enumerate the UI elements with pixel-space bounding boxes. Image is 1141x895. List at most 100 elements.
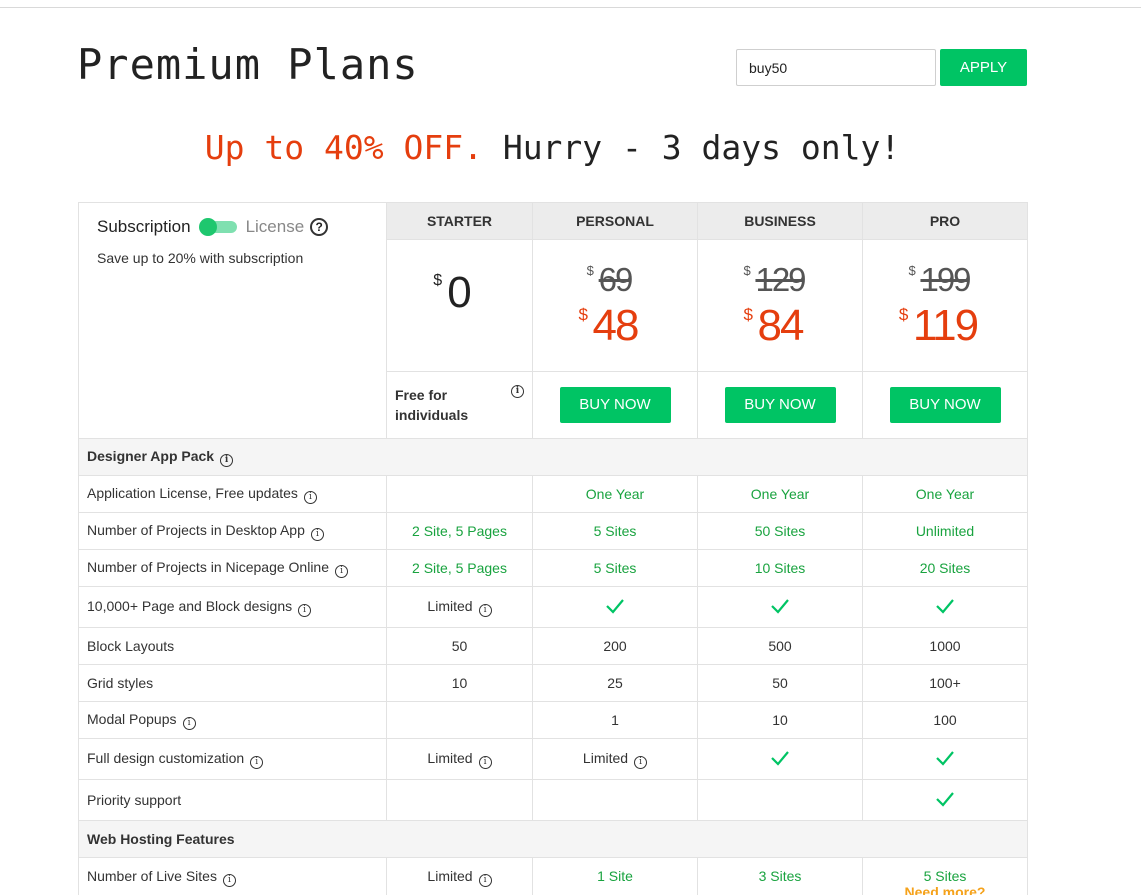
- feature-label: Block Layouts: [87, 638, 175, 654]
- feature-name: Grid styles: [78, 664, 387, 702]
- value-text: One Year: [750, 486, 810, 502]
- feature-value: [862, 738, 1028, 780]
- feature-value: 2 Site, 5 Pages: [386, 549, 533, 587]
- value-text: Unlimited: [915, 523, 975, 539]
- feature-name: Modal Popups i: [78, 701, 387, 739]
- buy-now-button-personal[interactable]: BUY NOW: [559, 387, 671, 423]
- feature-row: Grid styles 10 25 50 100+: [78, 664, 1028, 702]
- buy-now-button-pro[interactable]: BUY NOW: [889, 387, 1001, 423]
- feature-name: Block Layouts: [78, 627, 387, 665]
- license-label: License: [245, 217, 305, 236]
- feature-value: 100+: [862, 664, 1028, 702]
- feature-value: 2 Site, 5 Pages: [386, 512, 533, 550]
- value-text: 5 Sites: [923, 868, 967, 884]
- check-icon: [770, 748, 790, 768]
- feature-value: Limited i: [386, 857, 533, 895]
- currency-symbol: $: [578, 304, 588, 324]
- value-text: Limited: [427, 868, 473, 884]
- value-text: 2 Site, 5 Pages: [412, 560, 507, 576]
- feature-label: Application License, Free updates: [87, 484, 298, 501]
- info-icon[interactable]: i: [182, 716, 196, 730]
- feature-value: [386, 475, 533, 513]
- value-text: 10: [772, 712, 788, 728]
- currency-symbol: $: [743, 262, 751, 278]
- value-text: 10: [451, 675, 468, 691]
- need-more-link[interactable]: Need more?: [863, 884, 1027, 895]
- value-text: 1: [611, 712, 619, 728]
- feature-row: Number of Projects in Nicepage Online i 2 …: [78, 549, 1028, 587]
- buy-now-button-business[interactable]: BUY NOW: [724, 387, 836, 423]
- starter-free-note: Free for individuals i: [386, 371, 533, 439]
- feature-value: Limited i: [386, 738, 533, 780]
- feature-row: Full design customization i Limited i Limite…: [78, 738, 1028, 780]
- info-icon[interactable]: i: [220, 453, 234, 467]
- info-icon[interactable]: i: [478, 755, 492, 769]
- section-header-designer: Designer App Pack i: [78, 438, 1028, 476]
- feature-name: Priority support: [78, 779, 387, 821]
- value-text: 5 Sites: [593, 560, 637, 576]
- feature-value: Limited i: [532, 738, 698, 780]
- check-icon: [770, 596, 790, 616]
- info-icon[interactable]: i: [511, 385, 524, 398]
- value-text: 1000: [929, 638, 961, 654]
- billing-toggle[interactable]: [198, 218, 237, 236]
- info-icon[interactable]: i: [310, 527, 324, 541]
- question-circle-icon[interactable]: ?: [310, 218, 329, 236]
- feature-name: 10,000+ Page and Block designs i: [78, 586, 387, 628]
- check-icon: [935, 596, 955, 616]
- info-icon[interactable]: i: [222, 874, 236, 887]
- info-icon[interactable]: i: [478, 874, 492, 887]
- currency-symbol: $: [433, 271, 443, 289]
- feature-name: Number of Projects in Nicepage Online i: [78, 549, 387, 587]
- value-text: 500: [768, 638, 792, 654]
- coupon-input[interactable]: [736, 49, 936, 86]
- feature-value: Unlimited: [862, 512, 1028, 550]
- save-note: Save up to 20% with subscription: [97, 250, 304, 266]
- feature-value: [697, 586, 863, 628]
- feature-value: [532, 586, 698, 628]
- feature-value: 50 Sites: [697, 512, 863, 550]
- old-price: $69: [587, 260, 634, 299]
- info-icon[interactable]: i: [634, 755, 648, 769]
- feature-row: Block Layouts 50 200 500 1000: [78, 627, 1028, 665]
- top-divider: [0, 0, 1141, 8]
- toggle-knob: [198, 218, 217, 236]
- new-price-value: 119: [912, 300, 979, 350]
- value-text: Limited: [582, 749, 629, 766]
- currency-symbol: $: [586, 262, 594, 278]
- apply-coupon-button[interactable]: APPLY: [940, 49, 1027, 86]
- feature-row: Number of Live Sites i Limited i 1 Site 3 Sit…: [78, 857, 1028, 895]
- feature-row: Application License, Free updates i One Ye…: [78, 475, 1028, 513]
- feature-value: 25: [532, 664, 698, 702]
- billing-options: Subscription License ? Save up to 20% wi…: [78, 202, 387, 439]
- value-text: 1 Site: [597, 868, 633, 884]
- feature-value: 50: [697, 664, 863, 702]
- info-icon[interactable]: i: [298, 603, 312, 617]
- check-icon: [935, 748, 955, 768]
- starter-price-value: 0: [447, 267, 472, 317]
- feature-name: Number of Projects in Desktop App i: [78, 512, 387, 550]
- feature-value: 3 Sites: [697, 857, 863, 895]
- check-icon: [935, 789, 955, 809]
- feature-value: 200: [532, 627, 698, 665]
- feature-label: Number of Projects in Desktop App: [87, 521, 305, 538]
- value-text: 20 Sites: [919, 560, 971, 576]
- old-price-value: 69: [598, 260, 634, 298]
- info-icon[interactable]: i: [303, 490, 317, 504]
- feature-value: 50: [386, 627, 533, 665]
- value-text: 2 Site, 5 Pages: [412, 523, 507, 539]
- value-text: Limited: [427, 597, 473, 614]
- info-icon[interactable]: i: [250, 755, 264, 769]
- price-pro: $199 $119: [862, 239, 1028, 372]
- info-icon[interactable]: i: [335, 564, 349, 578]
- feature-label: Grid styles: [87, 675, 154, 691]
- feature-label: Modal Popups: [87, 710, 177, 727]
- plan-header-pro: PRO: [862, 202, 1028, 240]
- new-price: $84: [744, 301, 805, 351]
- feature-value: 5 Sites: [532, 549, 698, 587]
- feature-value: 1: [532, 701, 698, 739]
- plan-header-starter: STARTER: [386, 202, 533, 240]
- pricing-table: Subscription License ? Save up to 20% wi…: [78, 202, 1028, 895]
- info-icon[interactable]: i: [478, 603, 492, 617]
- feature-value: [386, 701, 533, 739]
